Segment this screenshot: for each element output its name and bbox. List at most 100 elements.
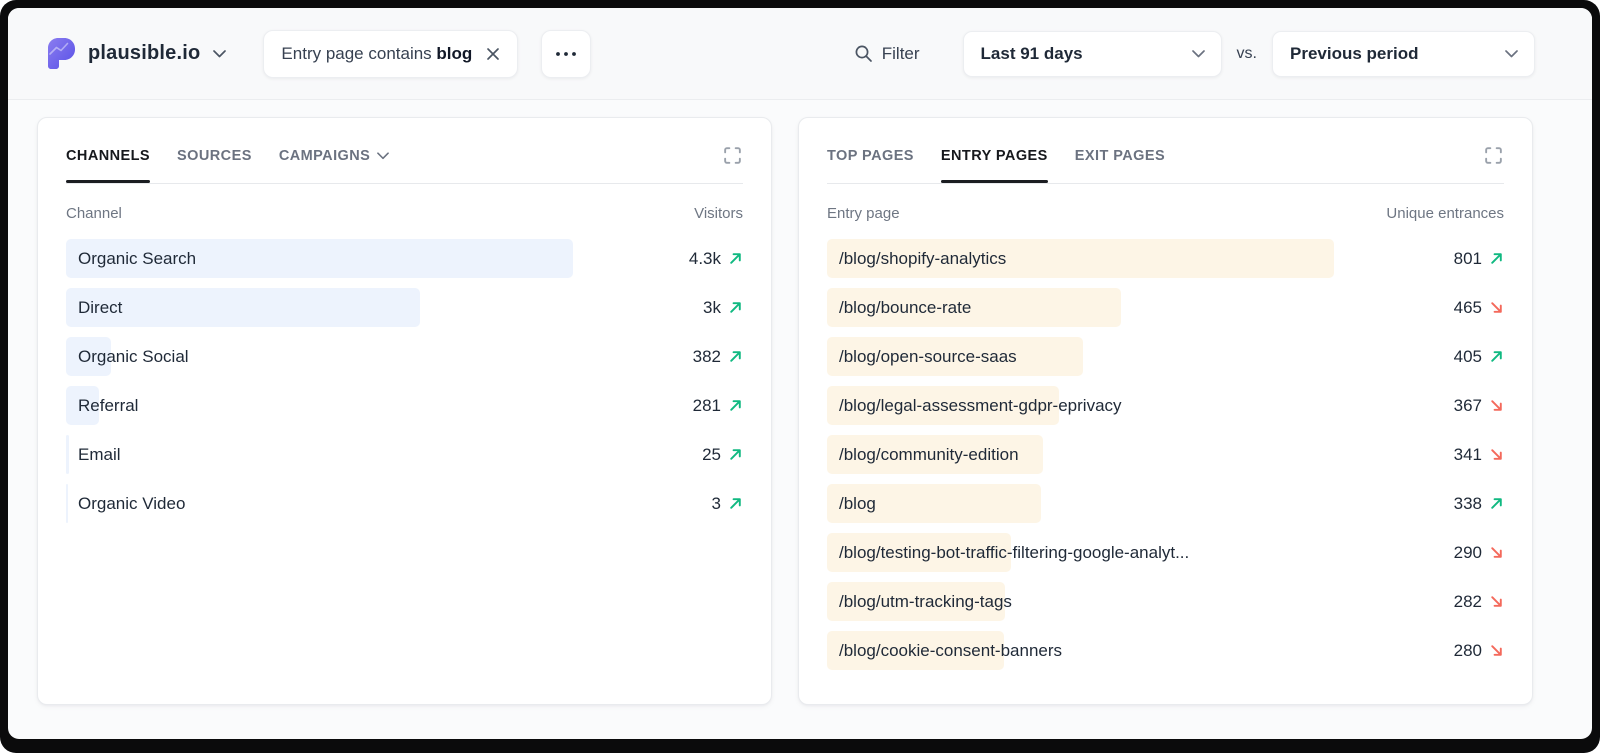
dashboard-page: plausible.io Entry page contains blog Fi… — [8, 8, 1592, 739]
pages-tabs-row: TOP PAGES ENTRY PAGES EXIT PAGES — [827, 145, 1504, 184]
row-value: 280 — [1454, 641, 1504, 661]
top-bar: plausible.io Entry page contains blog Fi… — [8, 8, 1592, 100]
row-value-number: 367 — [1453, 395, 1482, 415]
tab-label: CAMPAIGNS — [278, 147, 371, 164]
tab-entry-pages[interactable]: ENTRY PAGES — [940, 147, 1048, 183]
row-value: 465 — [1454, 298, 1504, 318]
row-value: 405 — [1454, 347, 1504, 367]
row-value-number: 801 — [1453, 248, 1482, 268]
table-row[interactable]: Direct 3k — [66, 288, 743, 327]
row-value-number: 281 — [692, 395, 721, 415]
expand-icon[interactable] — [722, 145, 743, 166]
table-row[interactable]: Organic Video 3 — [66, 484, 743, 523]
vs-label: vs. — [1236, 44, 1257, 62]
site-switcher[interactable]: plausible.io — [48, 38, 227, 69]
table-row[interactable]: /blog/utm-tracking-tags 282 — [827, 582, 1504, 621]
filter-chip[interactable]: Entry page contains blog — [263, 29, 519, 78]
row-label[interactable]: /blog/testing-bot-traffic-filtering-goog… — [839, 543, 1189, 563]
row-value: 282 — [1454, 592, 1504, 612]
row-value: 3 — [712, 494, 743, 514]
row-label[interactable]: Organic Social — [78, 347, 189, 367]
row-value-number: 25 — [702, 444, 721, 464]
table-row[interactable]: /blog/community-edition 341 — [827, 435, 1504, 474]
row-value-number: 405 — [1453, 346, 1482, 366]
row-label[interactable]: /blog — [839, 494, 876, 514]
row-label[interactable]: /blog/utm-tracking-tags — [839, 592, 1012, 612]
row-label[interactable]: Direct — [78, 298, 122, 318]
main-content: CHANNELS SOURCES CAMPAIGNS Channel Visitor… — [8, 100, 1592, 705]
value-bar — [66, 484, 68, 523]
channels-panel: CHANNELS SOURCES CAMPAIGNS Channel Visitor… — [37, 117, 772, 705]
column-value-label: Visitors — [694, 205, 743, 222]
chevron-down-icon — [1191, 49, 1205, 57]
row-value: 25 — [702, 445, 743, 465]
search-icon — [855, 45, 872, 62]
trend-up-icon — [730, 302, 741, 313]
filter-button[interactable]: Filter — [854, 44, 920, 64]
row-value: 341 — [1454, 445, 1504, 465]
table-row[interactable]: /blog/shopify-analytics 801 — [827, 239, 1504, 278]
site-name: plausible.io — [88, 42, 201, 64]
more-filters-button[interactable] — [541, 29, 592, 78]
trend-down-icon — [1491, 645, 1502, 656]
screenshot-frame: plausible.io Entry page contains blog Fi… — [0, 0, 1600, 753]
plausible-logo-icon — [48, 38, 75, 69]
table-row[interactable]: Organic Search 4.3k — [66, 239, 743, 278]
trend-down-icon — [1491, 400, 1502, 411]
row-value-number: 282 — [1453, 591, 1482, 611]
date-range-select[interactable]: Last 91 days — [962, 30, 1222, 77]
trend-down-icon — [1491, 302, 1502, 313]
bar-area — [827, 484, 1334, 523]
row-value-number: 3k — [703, 297, 721, 317]
row-value: 281 — [693, 396, 743, 416]
value-bar — [66, 435, 69, 474]
row-label[interactable]: /blog/legal-assessment-gdpr-eprivacy — [839, 396, 1122, 416]
filter-chip-text: Entry page contains blog — [281, 43, 473, 63]
table-row[interactable]: /blog/open-source-saas 405 — [827, 337, 1504, 376]
expand-icon[interactable] — [1483, 145, 1504, 166]
table-row[interactable]: /blog/bounce-rate 465 — [827, 288, 1504, 327]
row-label[interactable]: /blog/community-edition — [839, 445, 1019, 465]
table-row[interactable]: /blog 338 — [827, 484, 1504, 523]
row-label[interactable]: /blog/cookie-consent-banners — [839, 641, 1062, 661]
row-value: 3k — [703, 298, 743, 318]
pages-rows: /blog/shopify-analytics 801/blog/bounce-r… — [827, 239, 1504, 670]
bar-area — [66, 386, 573, 425]
row-value-number: 341 — [1453, 444, 1482, 464]
table-row[interactable]: /blog/cookie-consent-banners 280 — [827, 631, 1504, 670]
trend-up-icon — [1491, 253, 1502, 264]
row-label[interactable]: /blog/shopify-analytics — [839, 249, 1006, 269]
tab-campaigns[interactable]: CAMPAIGNS — [278, 147, 390, 164]
row-value: 367 — [1454, 396, 1504, 416]
row-label[interactable]: /blog/open-source-saas — [839, 347, 1017, 367]
bar-area — [66, 288, 573, 327]
row-label[interactable]: Referral — [78, 396, 138, 416]
table-row[interactable]: /blog/testing-bot-traffic-filtering-goog… — [827, 533, 1504, 572]
table-row[interactable]: Email 25 — [66, 435, 743, 474]
close-icon[interactable] — [486, 47, 500, 61]
row-label[interactable]: Organic Video — [78, 494, 185, 514]
tab-exit-pages[interactable]: EXIT PAGES — [1075, 148, 1165, 164]
table-row[interactable]: /blog/legal-assessment-gdpr-eprivacy 367 — [827, 386, 1504, 425]
row-value-number: 338 — [1453, 493, 1482, 513]
row-label[interactable]: Email — [78, 445, 121, 465]
tab-label: SOURCES — [177, 147, 252, 164]
table-row[interactable]: Organic Social 382 — [66, 337, 743, 376]
filter-button-label: Filter — [881, 43, 920, 63]
tab-label: ENTRY PAGES — [940, 147, 1048, 164]
row-value: 801 — [1454, 249, 1504, 269]
row-value-number: 465 — [1453, 297, 1482, 317]
tab-sources[interactable]: SOURCES — [177, 148, 252, 164]
tab-label: EXIT PAGES — [1074, 147, 1166, 164]
channels-column-headers: Channel Visitors — [66, 205, 743, 222]
bar-area — [66, 435, 573, 474]
tab-top-pages[interactable]: TOP PAGES — [827, 148, 914, 164]
tab-channels[interactable]: CHANNELS — [66, 147, 151, 183]
row-label[interactable]: /blog/bounce-rate — [839, 298, 971, 318]
table-row[interactable]: Referral 281 — [66, 386, 743, 425]
trend-down-icon — [1491, 596, 1502, 607]
row-value: 382 — [693, 347, 743, 367]
row-label[interactable]: Organic Search — [78, 249, 196, 269]
comparison-select[interactable]: Previous period — [1272, 30, 1535, 77]
tab-label: CHANNELS — [66, 147, 151, 164]
